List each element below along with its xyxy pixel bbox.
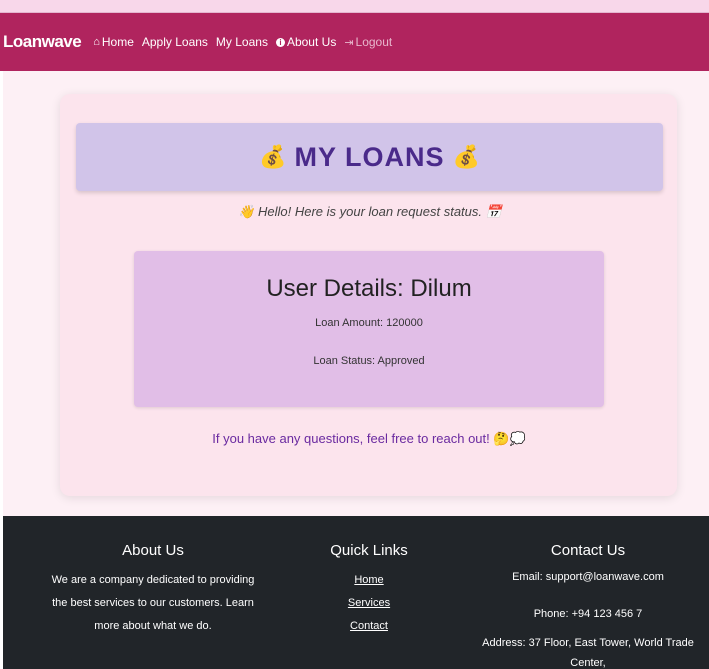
reach-out-text: If you have any questions, feel free to … [212,431,526,446]
footer-contact-section: Contact Us Email: support@loanwave.com P… [473,542,703,669]
nav-my-loans-link[interactable]: My Loans [216,35,268,49]
brand-logo[interactable]: Loanwave [3,32,82,52]
browser-top-strip [0,0,709,13]
user-details-title: User Details: Dilum [266,275,472,302]
greeting-text: 👋 Hello! Here is your loan request statu… [238,204,502,219]
money-bag-icon: 💰 [452,144,480,169]
nav-logout-link[interactable]: ⇥ Logout [344,35,392,49]
footer-about-section: About Us We are a company dedicated to p… [43,542,263,638]
home-icon: ⌂ [93,36,100,48]
footer-link-services[interactable]: Services [299,592,439,615]
money-bag-icon: 💰 [259,144,287,169]
footer-contact-title: Contact Us [550,542,626,559]
nav-apply-loans-link[interactable]: Apply Loans [142,35,208,49]
footer-address: Address: 37 Floor, East Tower, World Tra… [482,637,694,669]
loan-amount: Loan Amount: 120000 [315,317,423,329]
footer-phone: Phone: +94 123 456 7 [533,608,643,620]
info-icon: i [275,37,285,47]
footer-about-title: About Us [122,542,184,559]
footer-link-home[interactable]: Home [299,569,439,592]
loan-status: Loan Status: Approved [313,355,425,367]
footer-links-title: Quick Links [330,542,408,559]
footer-about-text: We are a company dedicated to providing … [51,574,255,632]
nav-apply-loans-label: Apply Loans [141,35,208,49]
nav-my-loans-label: My Loans [215,35,268,49]
nav-about-us-label: About Us [286,35,337,49]
page-title-box: 💰 MY LOANS 💰 [76,123,663,191]
navbar: Loanwave ⌂ Home Apply Loans My Loans i A… [0,13,709,71]
user-details-box: User Details: Dilum Loan Amount: 120000 … [134,251,604,407]
footer: About Us We are a company dedicated to p… [3,516,709,669]
footer-email: Email: support@loanwave.com [512,571,664,583]
logout-icon: ⇥ [344,36,354,49]
page-title: MY LOANS [294,141,445,172]
nav-about-us-link[interactable]: i About Us [275,35,337,49]
footer-link-contact[interactable]: Contact [299,615,439,638]
nav-logout-label: Logout [355,35,393,49]
nav-home-label: Home [101,35,134,49]
nav-home-link[interactable]: ⌂ Home [93,35,134,49]
footer-links-section: Quick Links Home Services Contact [299,542,439,638]
